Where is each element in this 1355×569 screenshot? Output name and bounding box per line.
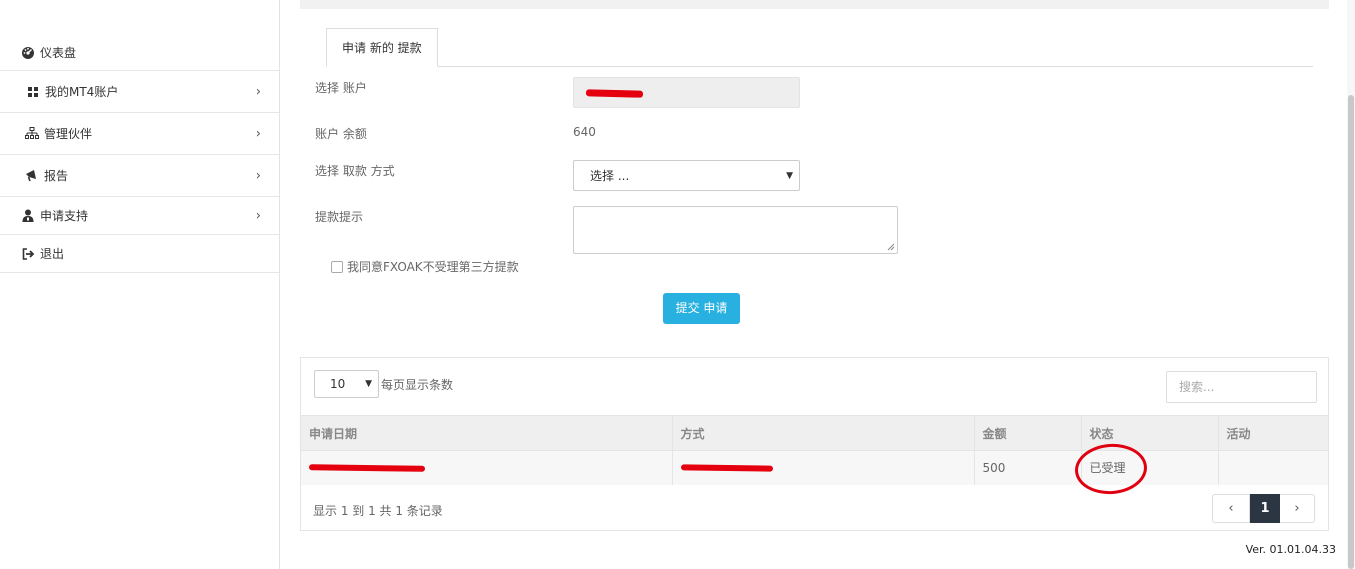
page-size-select[interactable]: 10 ▼ xyxy=(314,370,379,398)
agree-row: 我同意FXOAK不受理第三方提款 xyxy=(331,258,519,275)
sidebar-item-label: 我的MT4账户 xyxy=(45,85,119,99)
pagination-prev-button[interactable]: ‹ xyxy=(1212,494,1250,523)
page-size-value: 10 xyxy=(330,377,346,391)
table-header-row: 申请日期 方式 金额 状态 活动 xyxy=(301,415,1328,451)
submit-button[interactable]: 提交 申请 xyxy=(663,293,740,324)
sidebar-item-reports[interactable]: 报告 › xyxy=(0,155,279,197)
dashboard-icon xyxy=(20,44,36,60)
redaction-mark xyxy=(585,89,644,98)
sidebar-item-partners[interactable]: 管理伙伴 › xyxy=(0,113,279,155)
balance-label: 账户 余额 xyxy=(315,127,367,141)
sidebar-item-label: 申请支持 xyxy=(40,209,89,223)
withdrawal-method-select[interactable]: 选择 ... ▼ xyxy=(573,160,800,191)
grid-icon xyxy=(25,84,41,100)
bullhorn-icon xyxy=(24,168,40,184)
sidebar-item-support[interactable]: 申请支持 › xyxy=(0,197,279,235)
user-support-icon xyxy=(20,208,36,224)
sidebar-item-mt4-accounts[interactable]: 我的MT4账户 › xyxy=(0,71,279,113)
withdrawals-table-panel: 10 ▼ 每页显示条数 申请日期 方式 金额 状态 活动 500 已 xyxy=(300,357,1329,531)
column-header-action[interactable]: 活动 xyxy=(1218,415,1328,451)
account-select[interactable] xyxy=(573,77,800,108)
table-row: 500 已受理 xyxy=(301,450,1328,485)
chevron-right-icon: › xyxy=(255,84,261,99)
cell-date xyxy=(301,450,673,485)
redaction-mark xyxy=(680,464,773,472)
page-scrollbar[interactable] xyxy=(1347,0,1355,569)
form-tabs: 申请 新的 提款 xyxy=(326,28,1313,67)
sidebar-item-label: 管理伙伴 xyxy=(44,127,93,141)
column-header-amount[interactable]: 金额 xyxy=(974,415,1082,451)
sidebar-item-dashboard[interactable]: 仪表盘 xyxy=(0,34,279,71)
pagination-next-button[interactable]: › xyxy=(1280,494,1315,523)
page-size-label: 每页显示条数 xyxy=(381,378,454,392)
agree-label: 我同意FXOAK不受理第三方提款 xyxy=(347,260,519,274)
withdrawal-note-textarea[interactable] xyxy=(573,206,898,254)
sidebar-item-label: 退出 xyxy=(40,247,65,261)
caret-down-icon: ▼ xyxy=(365,379,372,389)
method-label: 选择 取款 方式 xyxy=(315,164,395,178)
redaction-mark xyxy=(308,464,426,472)
pagination: ‹ 1 › xyxy=(1212,494,1315,523)
cell-amount: 500 xyxy=(974,450,1082,485)
sidebar-nav: 仪表盘 我的MT4账户 › 管理伙伴 › 报告 › 申请支持 › 退出 xyxy=(0,34,279,273)
table-info: 显示 1 到 1 共 1 条记录 xyxy=(313,504,443,518)
table-search-input[interactable] xyxy=(1166,371,1317,403)
chevron-right-icon: › xyxy=(255,208,261,223)
account-label: 选择 账户 xyxy=(315,81,367,95)
sidebar-item-label: 报告 xyxy=(44,169,69,183)
cell-method xyxy=(672,450,975,485)
resize-grip-icon xyxy=(887,243,895,251)
column-header-date[interactable]: 申请日期 xyxy=(301,415,673,451)
sidebar-item-logout[interactable]: 退出 xyxy=(0,235,279,273)
chevron-right-icon: › xyxy=(255,168,261,183)
top-strip xyxy=(300,0,1329,9)
caret-down-icon: ▼ xyxy=(786,171,793,181)
note-label: 提款提示 xyxy=(315,210,364,224)
scrollbar-thumb[interactable] xyxy=(1348,95,1354,569)
sign-out-icon xyxy=(20,246,36,262)
withdrawals-table: 申请日期 方式 金额 状态 活动 500 已受理 xyxy=(301,415,1328,485)
method-select-value: 选择 ... xyxy=(590,169,630,183)
cell-action xyxy=(1218,450,1328,485)
sidebar: 仪表盘 我的MT4账户 › 管理伙伴 › 报告 › 申请支持 › 退出 xyxy=(0,0,280,569)
sidebar-item-label: 仪表盘 xyxy=(40,45,77,60)
balance-value: 640 xyxy=(573,125,596,139)
pagination-page-button[interactable]: 1 xyxy=(1250,494,1280,523)
chevron-right-icon: › xyxy=(255,126,261,141)
sitemap-icon xyxy=(24,126,40,142)
column-header-method[interactable]: 方式 xyxy=(672,415,975,451)
version-text: Ver. 01.01.04.33 xyxy=(1245,543,1336,556)
tab-new-withdrawal[interactable]: 申请 新的 提款 xyxy=(326,28,438,67)
agree-checkbox[interactable] xyxy=(331,260,343,273)
